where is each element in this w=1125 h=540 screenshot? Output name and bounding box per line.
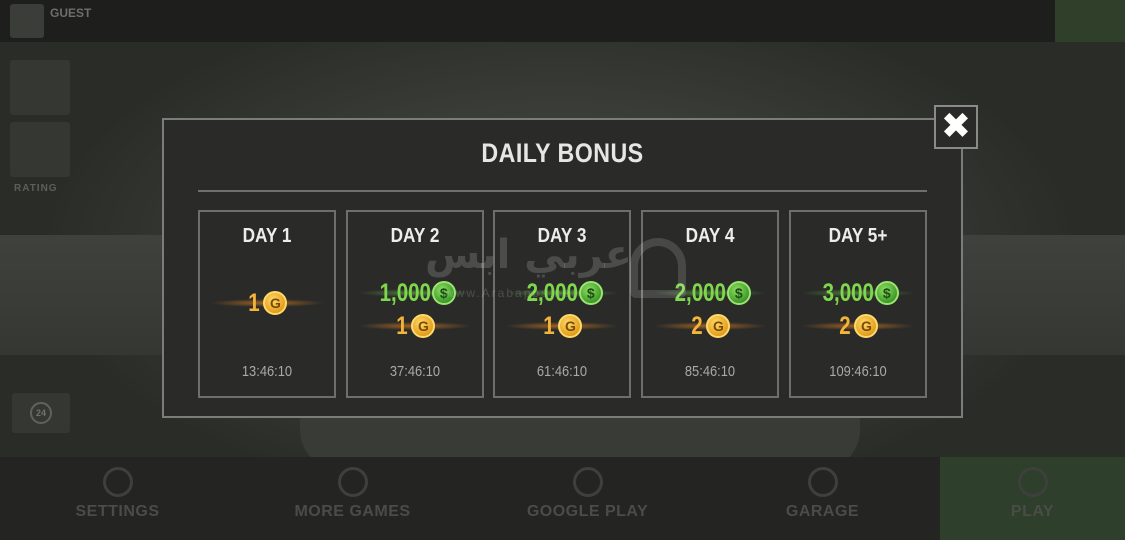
cash-amount: 1,000 <box>379 278 432 307</box>
gold-reward: 1 G <box>495 311 629 341</box>
day-card-5: DAY 5+ 3,000 $ 2 G 109:46:10 <box>789 210 927 398</box>
gold-amount: 2 <box>690 311 703 340</box>
nav-settings[interactable]: SETTINGS <box>60 457 175 540</box>
nav-google-play[interactable]: GOOGLE PLAY <box>525 457 650 540</box>
controller-icon <box>337 467 368 497</box>
day-timer: 13:46:10 <box>241 363 293 380</box>
rating-label: RATING <box>14 183 58 194</box>
nav-more-games[interactable]: MORE GAMES <box>290 457 415 540</box>
day-card-1: DAY 1 1 G 13:46:10 <box>198 210 336 398</box>
side-tile-rating[interactable] <box>10 122 70 177</box>
bottom-nav: SETTINGS MORE GAMES GOOGLE PLAY GARAGE P… <box>0 457 1125 540</box>
nav-play-label: PLAY <box>1010 503 1055 520</box>
motorcycle-icon <box>807 467 838 497</box>
title-divider <box>198 190 927 192</box>
cash-reward: 2,000 $ <box>643 278 777 308</box>
day-card-3: DAY 3 2,000 $ 1 G 61:46:10 <box>493 210 631 398</box>
cash-reward: 3,000 $ <box>791 278 925 308</box>
cash-amount: 2,000 <box>674 278 727 307</box>
gold-reward: 1 G <box>348 311 482 341</box>
currency-display <box>1010 4 1050 38</box>
top-bar: GUEST <box>0 0 1125 42</box>
cash-coin-icon: $ <box>726 281 751 305</box>
user-name: GUEST <box>50 6 92 20</box>
boost-badge[interactable]: 24 <box>12 393 70 433</box>
gold-reward: 2 G <box>643 311 777 341</box>
day-card-2: DAY 2 1,000 $ 1 G 37:46:10 <box>346 210 484 398</box>
gear-icon <box>102 467 133 497</box>
gold-amount: 2 <box>838 311 851 340</box>
cash-amount: 3,000 <box>822 278 875 307</box>
close-icon: ✖ <box>940 106 972 147</box>
day-card-4: DAY 4 2,000 $ 2 G 85:46:10 <box>641 210 779 398</box>
gold-amount: 1 <box>247 288 260 317</box>
cash-reward: 1,000 $ <box>348 278 482 308</box>
nav-garage-label: GARAGE <box>785 503 860 520</box>
day-timer: 85:46:10 <box>684 363 736 380</box>
day-label: DAY 5+ <box>828 225 888 247</box>
nav-settings-label: SETTINGS <box>75 503 160 520</box>
day-timer: 37:46:10 <box>389 363 441 380</box>
gold-coin-icon: G <box>706 314 731 338</box>
gold-amount: 1 <box>542 311 555 340</box>
nav-google-play-label: GOOGLE PLAY <box>526 503 649 520</box>
day-label: DAY 1 <box>242 225 292 247</box>
gold-coin-icon: G <box>558 314 583 338</box>
play-icon <box>1017 467 1048 497</box>
day-label: DAY 2 <box>390 225 440 247</box>
shop-button[interactable] <box>1055 0 1125 42</box>
timer-icon: 24 <box>30 402 52 424</box>
day-label: DAY 4 <box>685 225 735 247</box>
cash-coin-icon: $ <box>578 281 603 305</box>
gold-amount: 1 <box>395 311 408 340</box>
cash-coin-icon: $ <box>431 281 456 305</box>
gold-reward: 1 G <box>200 288 334 318</box>
day-label: DAY 3 <box>537 225 587 247</box>
cash-coin-icon: $ <box>874 281 899 305</box>
nav-more-games-label: MORE GAMES <box>294 503 411 520</box>
cash-amount: 2,000 <box>526 278 579 307</box>
day-timer: 61:46:10 <box>536 363 588 380</box>
day-timer: 109:46:10 <box>829 363 887 380</box>
nav-garage[interactable]: GARAGE <box>770 457 875 540</box>
nav-play[interactable]: PLAY <box>940 457 1125 540</box>
side-tile-1[interactable] <box>10 60 70 115</box>
gamepad-icon <box>572 467 603 497</box>
gold-reward: 2 G <box>791 311 925 341</box>
dialog-title: DAILY BONUS <box>481 138 644 168</box>
avatar[interactable] <box>10 4 44 38</box>
gold-coin-icon: G <box>411 314 436 338</box>
gold-coin-icon: G <box>263 291 288 315</box>
gold-coin-icon: G <box>854 314 879 338</box>
close-button[interactable]: ✖ <box>934 105 978 149</box>
cash-reward: 2,000 $ <box>495 278 629 308</box>
